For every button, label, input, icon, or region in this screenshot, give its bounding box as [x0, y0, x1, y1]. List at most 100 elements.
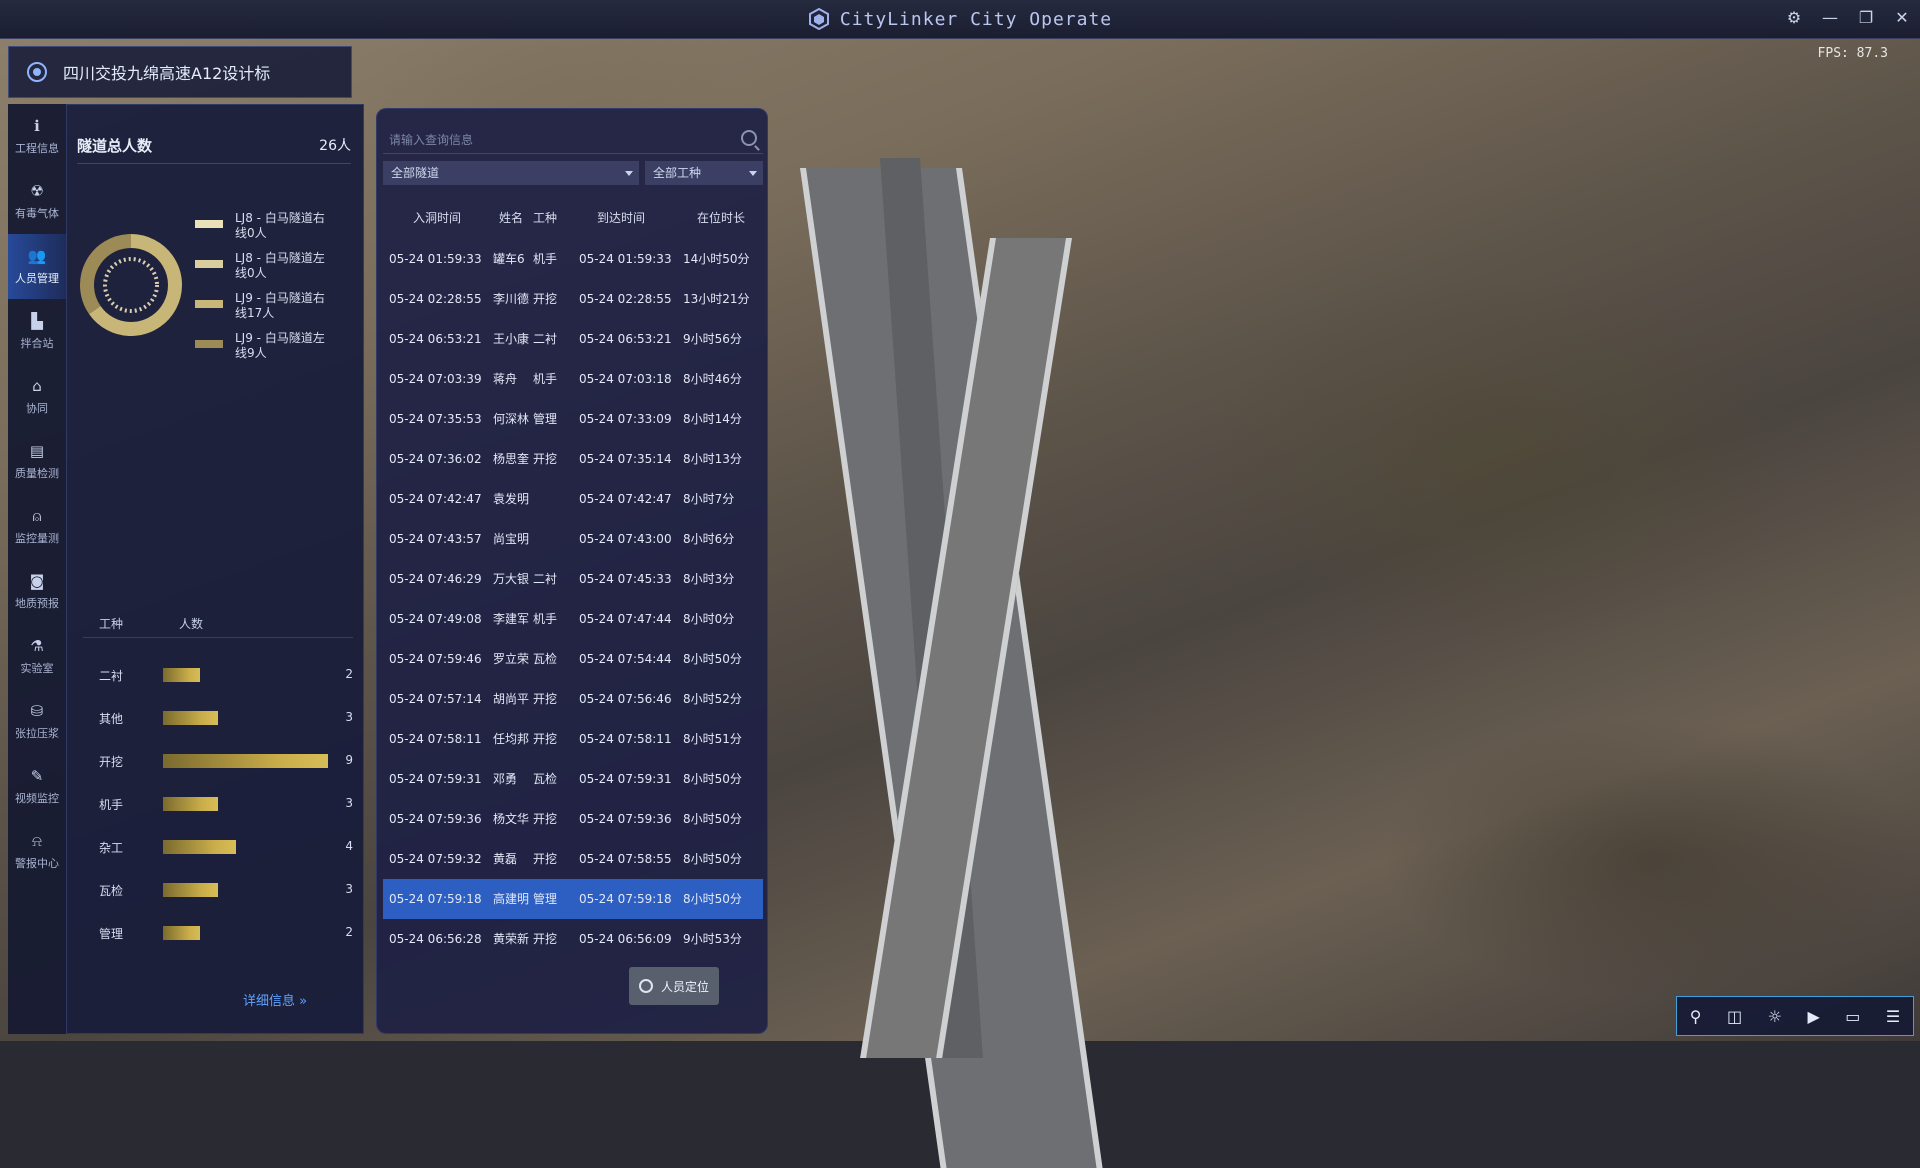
table-row[interactable]: 05-24 07:59:32 黄磊 开挖 05-24 07:58:55 8小时50分: [383, 839, 763, 879]
minimize-icon[interactable]: —: [1820, 8, 1840, 27]
tunnel-donut-chart: [80, 234, 182, 336]
legend-item: LJ8 - 白马隧道右线0人: [195, 211, 355, 251]
tunnel-filter-value: 全部隧道: [391, 166, 440, 180]
detail-link[interactable]: 详细信息 »: [243, 990, 307, 1009]
tunnel-filter-select[interactable]: 全部隧道: [383, 161, 639, 185]
table-row[interactable]: 05-24 07:59:46 罗立荣 瓦检 05-24 07:54:44 8小时50分: [383, 639, 763, 679]
nav-item-tension[interactable]: ⛁ 张拉压浆: [8, 689, 66, 754]
bar-fill: [163, 840, 237, 854]
donut-legend: LJ8 - 白马隧道右线0人 LJ8 - 白马隧道左线0人 LJ9 - 白马隧道右线…: [195, 211, 355, 371]
bar-row: 二衬 2: [83, 665, 353, 685]
nav-item-geology[interactable]: ◙ 地质预报: [8, 559, 66, 624]
nav-item-monitor[interactable]: ⍝ 监控量测: [8, 494, 66, 559]
legend-swatch: [195, 260, 223, 268]
table-row[interactable]: 05-24 06:53:21 王小康 二衬 05-24 06:53:21 9小时56分: [383, 319, 763, 359]
table-row[interactable]: 05-24 06:56:28 黄荣新 开挖 05-24 06:56:09 9小时53分: [383, 919, 763, 959]
monitor-icon: ⍝: [32, 507, 42, 525]
project-banner[interactable]: 四川交投九绵高速A12设计标: [8, 46, 352, 98]
pin-icon[interactable]: ⚲: [1690, 1007, 1702, 1026]
cell-arrival-time: 05-24 07:33:09: [579, 412, 672, 426]
bar-header-count: 人数: [179, 617, 204, 631]
people-icon: 👥: [27, 247, 47, 265]
cell-work-type: 开挖: [533, 812, 558, 826]
layers-icon[interactable]: ☰: [1886, 1007, 1900, 1026]
cell-entry-time: 05-24 07:59:32: [389, 852, 482, 866]
settings-icon[interactable]: ⚙: [1784, 8, 1804, 27]
bar-value: 3: [345, 796, 353, 810]
cell-duration: 8小时50分: [683, 892, 742, 906]
table-row[interactable]: 05-24 07:46:29 万大银 二衬 05-24 07:45:33 8小时3分: [383, 559, 763, 599]
table-row[interactable]: 05-24 07:59:36 杨文华 开挖 05-24 07:59:36 8小时50分: [383, 799, 763, 839]
nav-item-alarm[interactable]: ⍾ 警报中心: [8, 819, 66, 884]
search-input[interactable]: [387, 129, 731, 151]
cell-entry-time: 05-24 02:28:55: [389, 292, 482, 306]
table-row[interactable]: 05-24 07:36:02 杨思奎 开挖 05-24 07:35:14 8小时13分: [383, 439, 763, 479]
cell-arrival-time: 05-24 07:58:11: [579, 732, 672, 746]
cell-name: 罗立荣: [493, 652, 530, 666]
nav-item-gas[interactable]: ☢ 有毒气体: [8, 169, 66, 234]
nav-item-people[interactable]: 👥 人员管理: [8, 234, 66, 299]
table-row[interactable]: 05-24 07:58:11 任均邦 开挖 05-24 07:58:11 8小时51分: [383, 719, 763, 759]
bar-label: 二衬: [99, 669, 124, 683]
cell-duration: 8小时0分: [683, 612, 735, 626]
nav-item-plant[interactable]: ▙ 拌合站: [8, 299, 66, 364]
nav-item-quality[interactable]: ▤ 质量检测: [8, 429, 66, 494]
nav-item-cooperate[interactable]: ⌂ 协同: [8, 364, 66, 429]
cell-name: 尚宝明: [493, 532, 530, 546]
table-row[interactable]: 05-24 07:03:39 蒋舟 机手 05-24 07:03:18 8小时46分: [383, 359, 763, 399]
cell-duration: 8小时51分: [683, 732, 742, 746]
search-icon[interactable]: [741, 130, 757, 146]
clock-icon: [638, 979, 653, 993]
table-row[interactable]: 05-24 01:59:33 罐车6 机手 05-24 01:59:33 14小时50分: [383, 239, 763, 279]
table-row[interactable]: 05-24 07:57:14 胡尚平 开挖 05-24 07:56:46 8小时52分: [383, 679, 763, 719]
cell-duration: 8小时50分: [683, 852, 742, 866]
table-row[interactable]: 05-24 02:28:55 李川德 开挖 05-24 02:28:55 13小时21分: [383, 279, 763, 319]
nav-item-label: 人员管理: [15, 272, 59, 285]
close-icon[interactable]: ✕: [1892, 8, 1912, 27]
plant-icon: ▙: [31, 312, 43, 330]
video-icon: ✎: [30, 767, 44, 785]
legend-label: LJ9 - 白马隧道右线17人: [235, 291, 325, 320]
bar-row: 机手 3: [83, 794, 353, 814]
sun-icon[interactable]: ☼: [1768, 1007, 1782, 1026]
bar-fill: [163, 754, 328, 768]
bar-label: 机手: [99, 798, 124, 812]
cell-work-type: 开挖: [533, 852, 558, 866]
cell-entry-time: 05-24 07:46:29: [389, 572, 482, 586]
nav-item-video[interactable]: ✎ 视频监控: [8, 754, 66, 819]
locate-person-button[interactable]: 人员定位: [629, 967, 719, 1005]
tension-icon: ⛁: [30, 702, 44, 720]
cell-entry-time: 05-24 07:49:08: [389, 612, 482, 626]
table-row[interactable]: 05-24 07:59:31 邓勇 瓦检 05-24 07:59:31 8小时50分: [383, 759, 763, 799]
table-row[interactable]: 05-24 07:59:18 高建明 管理 05-24 07:59:18 8小时50分: [383, 879, 763, 919]
cell-name: 杨文华: [493, 812, 530, 826]
cell-entry-time: 05-24 06:53:21: [389, 332, 482, 346]
cell-duration: 8小时14分: [683, 412, 742, 426]
cell-entry-time: 05-24 07:43:57: [389, 532, 482, 546]
ruler-icon[interactable]: ▭: [1845, 1007, 1860, 1026]
cell-entry-time: 05-24 07:58:11: [389, 732, 482, 746]
table-row[interactable]: 05-24 07:43:57 尚宝明 05-24 07:43:00 8小时6分: [383, 519, 763, 559]
window-controls: ⚙ — ❐ ✕: [1784, 8, 1912, 27]
table-row[interactable]: 05-24 07:49:08 李建军 机手 05-24 07:47:44 8小时0分: [383, 599, 763, 639]
table-row[interactable]: 05-24 07:35:53 何深林 管理 05-24 07:33:09 8小时14分: [383, 399, 763, 439]
cell-arrival-time: 05-24 07:54:44: [579, 652, 672, 666]
table-row[interactable]: 05-24 07:42:47 袁发明 05-24 07:42:47 8小时7分: [383, 479, 763, 519]
video-record-icon[interactable]: ▶: [1807, 1007, 1819, 1026]
bar-fill: [163, 926, 200, 940]
cell-work-type: 开挖: [533, 732, 558, 746]
cell-work-type: 开挖: [533, 292, 558, 306]
nav-item-label: 警报中心: [15, 857, 59, 870]
nav-item-label: 协同: [26, 402, 48, 415]
bar-label: 开挖: [99, 755, 124, 769]
worktype-filter-select[interactable]: 全部工种: [645, 161, 763, 185]
nav-rail: ℹ 工程信息 ☢ 有毒气体 👥 人员管理 ▙ 拌合站 ⌂ 协同 ▤ 质量检测 ⍝ 监控量测 ◙ 地质预报 ⚗ 实验…: [8, 104, 67, 1034]
nav-item-lab[interactable]: ⚗ 实验室: [8, 624, 66, 689]
nav-item-info[interactable]: ℹ 工程信息: [8, 104, 66, 169]
bar-fill: [163, 797, 218, 811]
maximize-icon[interactable]: ❐: [1856, 8, 1876, 27]
camera-icon[interactable]: ◫: [1727, 1007, 1742, 1026]
chevron-down-icon: [625, 171, 633, 176]
nav-item-label: 张拉压浆: [15, 727, 59, 740]
cell-duration: 8小时50分: [683, 812, 742, 826]
